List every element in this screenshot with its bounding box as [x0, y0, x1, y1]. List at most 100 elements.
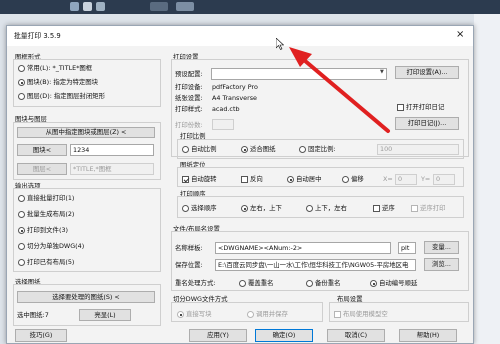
reverse-label: 反向 [250, 175, 263, 183]
window-title: 批量打印 3.5.9 [14, 32, 61, 40]
rename-option-label: 备份重名 [315, 279, 341, 287]
auto-rotate-label: 自动旋转 [191, 175, 217, 183]
style-label: 打印样式: [175, 105, 203, 113]
reverse-print-checkbox[interactable] [411, 205, 418, 212]
batch-print-dialog: 批量打印 3.5.9 × 图框形式 常用(L): *_TITLE*图框 图块(B… [6, 25, 474, 344]
x-label: X= [383, 175, 393, 183]
reverse-checkbox[interactable] [241, 176, 248, 183]
reverse-print-label: 逆序打印 [420, 204, 446, 212]
output-option-label: 打印到文件(3) [27, 226, 69, 234]
order-option-label: 左右，上下 [250, 204, 282, 212]
name-template-label: 名称样板: [175, 244, 203, 252]
shape-radio-block[interactable] [18, 79, 25, 86]
help-button[interactable]: 帮助(H) [399, 329, 457, 342]
scale-input[interactable]: 100 [377, 144, 459, 155]
preset-select[interactable] [211, 68, 387, 80]
split-option-label: 调用并保存 [256, 310, 288, 318]
open-log-checkbox[interactable] [397, 104, 404, 111]
rename-radio-autonumber[interactable] [370, 280, 377, 287]
scale-option-label: 自动比例 [191, 145, 217, 153]
output-option-label: 切分为单独DWG(4) [27, 242, 85, 250]
highlight-button[interactable]: 亮显(L) [79, 309, 131, 321]
style-value: acad.ctb [212, 105, 240, 113]
y-input[interactable]: 0 [433, 174, 455, 185]
shape-option-label: 图层(D): 指定图层封闭矩形 [27, 92, 105, 100]
auto-center-radio[interactable] [287, 176, 294, 183]
variable-button[interactable]: 变量... [424, 241, 459, 254]
app-icon[interactable] [96, 2, 105, 11]
name-template-input[interactable]: <DWGNAME><ANum:-2> [215, 242, 391, 254]
app-icon[interactable] [150, 2, 168, 11]
device-label: 打印设备: [175, 83, 203, 91]
save-location-label: 保存位置: [175, 261, 203, 269]
output-radio-direct[interactable] [18, 195, 25, 202]
split-radio-direct[interactable] [177, 311, 184, 318]
selected-count: 选中图纸:7 [17, 311, 49, 319]
output-option-label: 直接批量打印(1) [27, 194, 75, 202]
scale-option-label: 适合图纸 [250, 145, 276, 153]
rename-radio-backup[interactable] [306, 280, 313, 287]
scale-option-label: 固定比例: [308, 145, 336, 153]
block-button[interactable]: 图块< [17, 144, 67, 156]
device-value: pdfFactory Pro [212, 83, 258, 91]
paper-label: 纸张设置: [175, 94, 203, 102]
rename-radio-overwrite[interactable] [239, 280, 246, 287]
background-panel [474, 14, 500, 344]
ok-button[interactable]: 确定(O) [255, 329, 313, 342]
order-option-label: 上下，左右 [315, 204, 347, 212]
scale-radio-auto[interactable] [182, 146, 189, 153]
x-input[interactable]: 0 [395, 174, 417, 185]
pick-block-layer-button[interactable]: 从图中指定图块或图层(Z) < [17, 127, 155, 138]
shape-option-label: 图块(B): 指定为特定图块 [27, 78, 99, 86]
print-log-button[interactable]: 打印日记(J)... [395, 117, 459, 130]
split-radio-save[interactable] [247, 311, 254, 318]
layout-model-checkbox[interactable] [334, 311, 341, 318]
mouse-pointer-icon [276, 38, 284, 50]
paper-value: A4 Transverse [212, 94, 257, 102]
output-option-label: 打印已有布局(5) [27, 258, 75, 266]
layout-model-label: 布局使用模型空 [343, 310, 388, 318]
order-radio-lr[interactable] [241, 205, 248, 212]
close-icon[interactable]: × [456, 29, 464, 41]
output-radio-file[interactable] [18, 227, 25, 234]
reverse-order-label: 逆序 [382, 204, 395, 212]
scale-radio-fit[interactable] [241, 146, 248, 153]
order-radio-select[interactable] [182, 205, 189, 212]
chevron-down-icon[interactable]: ▼ [380, 69, 384, 76]
skills-button[interactable]: 技巧(G) [15, 329, 67, 342]
scale-radio-fixed[interactable] [299, 146, 306, 153]
open-log-label: 打开打印日记 [406, 103, 445, 111]
rename-option-label: 自动编号顺延 [379, 279, 418, 287]
output-radio-layout[interactable] [18, 211, 25, 218]
app-icon[interactable] [70, 2, 79, 11]
layer-input[interactable]: *TITLE,*图框 [70, 163, 154, 175]
copies-label: 打印份数: [175, 121, 203, 129]
file-extension-input[interactable]: plt [398, 242, 416, 254]
browse-button[interactable]: 浏览... [424, 258, 459, 271]
cancel-button[interactable]: 取消(C) [327, 329, 385, 342]
app-icon[interactable] [83, 2, 92, 11]
title-bar: 批量打印 3.5.9 × [7, 26, 473, 46]
offset-radio[interactable] [342, 176, 349, 183]
output-radio-existing[interactable] [18, 259, 25, 266]
app-icon[interactable] [176, 2, 194, 11]
layer-button[interactable]: 图层< [17, 163, 67, 175]
shape-option-label: 常用(L): *_TITLE*图框 [27, 64, 93, 72]
order-option-label: 选择顺序 [191, 204, 217, 212]
split-option-label: 直接写块 [186, 310, 212, 318]
select-drawings-button[interactable]: 选择要处理的图纸(S) < [17, 291, 155, 303]
auto-center-label: 自动居中 [296, 175, 322, 183]
preset-label: 预设配置: [175, 70, 203, 78]
shape-radio-layer[interactable] [18, 93, 25, 100]
apply-button[interactable]: 应用(Y) [189, 329, 247, 342]
output-radio-dwg[interactable] [18, 243, 25, 250]
save-location-input[interactable]: E:\百度云同步盘\一山一水\工作\恒华科技工作\NGW05-平房地区电 [215, 259, 416, 271]
block-input[interactable]: 1234 [70, 144, 154, 156]
auto-rotate-checkbox[interactable] [182, 176, 189, 183]
reverse-order-checkbox[interactable] [373, 205, 380, 212]
copies-input[interactable]: 1 [212, 119, 234, 130]
print-settings-button[interactable]: 打印设置(A)... [395, 66, 459, 79]
rename-option-label: 覆盖重名 [248, 279, 274, 287]
shape-radio-common[interactable] [18, 65, 25, 72]
order-radio-ud[interactable] [306, 205, 313, 212]
